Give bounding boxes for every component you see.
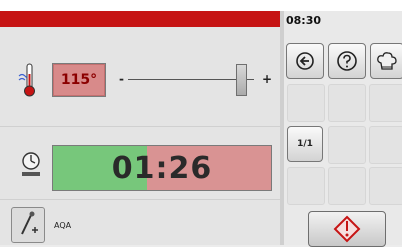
header-bar xyxy=(0,11,280,27)
empty-grid-cell xyxy=(287,84,325,122)
empty-grid-cell xyxy=(369,167,402,205)
empty-grid-cell xyxy=(328,84,366,122)
empty-grid-cell xyxy=(287,167,325,205)
empty-grid-cell xyxy=(369,84,402,122)
page-indicator-button[interactable]: 1/1 xyxy=(287,126,323,162)
clock: 08:30 xyxy=(286,14,322,27)
back-arrow-icon xyxy=(296,52,314,70)
start-button[interactable] xyxy=(308,211,386,247)
probe-icon xyxy=(21,211,38,235)
start-diamond-icon xyxy=(333,215,361,243)
decrease-temperature-button[interactable]: - xyxy=(119,72,124,86)
empty-grid-cell xyxy=(328,126,366,164)
core-probe-button[interactable] xyxy=(11,207,45,243)
temperature-value: 115° xyxy=(60,72,98,88)
help-button[interactable] xyxy=(328,43,366,79)
thermometer-icon xyxy=(18,63,35,97)
back-button[interactable] xyxy=(286,43,324,79)
probe-label: AQA xyxy=(54,221,72,230)
empty-grid-cell xyxy=(328,167,366,205)
increase-temperature-button[interactable]: + xyxy=(262,72,272,86)
chef-hat-icon xyxy=(377,52,397,70)
empty-grid-cell xyxy=(369,126,402,164)
topbar-spacer xyxy=(0,0,280,11)
help-icon xyxy=(337,51,357,71)
timer-icon xyxy=(22,152,40,176)
section-divider xyxy=(0,199,280,200)
temperature-slider-thumb[interactable] xyxy=(236,64,247,96)
temperature-setpoint-button[interactable]: 115° xyxy=(52,63,106,97)
clock-bar xyxy=(280,0,402,11)
chef-button[interactable] xyxy=(370,43,402,79)
timer-value: 01:26 xyxy=(111,150,213,186)
section-divider xyxy=(0,126,280,127)
cooking-timer-button[interactable]: 01:26 xyxy=(52,145,272,191)
